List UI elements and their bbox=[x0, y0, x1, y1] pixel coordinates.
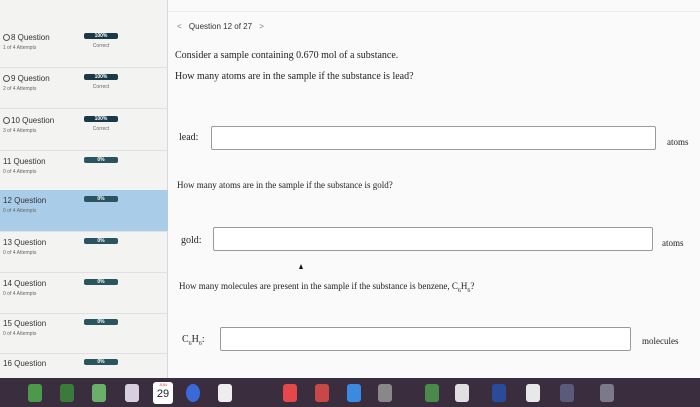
question-item-10[interactable]: 10 Question 3 of 4 Attempts 100% Correct bbox=[0, 110, 168, 151]
app-icon[interactable] bbox=[92, 384, 106, 402]
prev-question-button[interactable]: < bbox=[177, 22, 182, 31]
mouse-cursor-icon bbox=[299, 264, 303, 269]
question-attempts: 0 of 4 Attempts bbox=[3, 169, 37, 175]
question-title: 11 Question bbox=[3, 157, 46, 166]
app-store-icon[interactable] bbox=[347, 384, 361, 402]
score-bar: 0% bbox=[84, 359, 118, 365]
score-bar: 0% bbox=[84, 238, 118, 244]
lead-unit: atoms bbox=[667, 137, 689, 147]
question-title: 15 Question bbox=[3, 319, 47, 328]
app-icon[interactable] bbox=[315, 384, 329, 402]
question-lead: How many atoms are in the sample if the … bbox=[175, 71, 414, 82]
app-icon[interactable] bbox=[425, 384, 439, 402]
gold-unit: atoms bbox=[662, 238, 684, 248]
question-title: 10 Question bbox=[11, 116, 55, 125]
music-app-icon[interactable] bbox=[283, 384, 297, 402]
question-status: Correct bbox=[92, 43, 110, 49]
question-status: Correct bbox=[92, 126, 110, 132]
question-item-11[interactable]: 11 Question 0 of 4 Attempts 0% bbox=[0, 151, 168, 192]
app-icon[interactable] bbox=[186, 384, 200, 402]
benzene-answer-field[interactable] bbox=[220, 327, 631, 351]
question-title: 16 Question bbox=[3, 359, 47, 368]
score-bar: 0% bbox=[84, 319, 118, 325]
question-benzene: How many molecules are present in the sa… bbox=[179, 281, 475, 294]
question-title: 8 Question bbox=[11, 33, 50, 42]
question-counter: Question 12 of 27 bbox=[188, 22, 253, 31]
score-bar: 0% bbox=[84, 196, 118, 202]
question-status: Correct bbox=[92, 84, 110, 90]
question-title: 9 Question bbox=[11, 74, 50, 83]
question-item-14[interactable]: 14 Question 0 of 4 Attempts 0% bbox=[0, 273, 168, 314]
benzene-label: C6H6: bbox=[182, 334, 205, 347]
question-attempts: 0 of 4 Attempts bbox=[3, 331, 37, 337]
question-title: 12 Question bbox=[3, 196, 47, 205]
app-icon[interactable] bbox=[600, 384, 614, 402]
next-question-button[interactable]: > bbox=[259, 22, 264, 31]
lead-answer-field[interactable] bbox=[211, 126, 656, 150]
app-icon[interactable] bbox=[560, 384, 574, 402]
score-bar: 100% bbox=[84, 116, 118, 122]
question-attempts: 0 of 4 Attempts bbox=[3, 250, 37, 256]
settings-icon[interactable] bbox=[378, 384, 392, 402]
app-icon[interactable] bbox=[60, 384, 74, 402]
gold-answer-field[interactable] bbox=[213, 227, 653, 251]
question-attempts: 0 of 4 Attempts bbox=[3, 291, 37, 297]
score-bar: 0% bbox=[84, 157, 118, 163]
question-item-13[interactable]: 13 Question 0 of 4 Attempts 0% bbox=[0, 232, 168, 273]
question-sidebar: 8 Question 1 of 4 Attempts 100% Correct … bbox=[0, 0, 168, 378]
app-icon[interactable] bbox=[455, 384, 469, 402]
question-gold: How many atoms are in the sample if the … bbox=[177, 180, 393, 190]
question-item-8[interactable]: 8 Question 1 of 4 Attempts 100% Correct bbox=[0, 27, 168, 68]
app-icon[interactable] bbox=[28, 384, 42, 402]
question-attempts: 1 of 4 Attempts bbox=[3, 45, 37, 51]
question-panel: < Question 12 of 27 > Consider a sample … bbox=[168, 0, 700, 378]
question-item-12[interactable]: 12 Question 0 of 4 Attempts 0% bbox=[0, 190, 168, 232]
top-strip bbox=[168, 0, 700, 12]
score-bar: 100% bbox=[84, 33, 118, 39]
macos-dock: JUN 29 bbox=[0, 378, 700, 407]
score-bar: 0% bbox=[84, 279, 118, 285]
score-bar: 100% bbox=[84, 74, 118, 80]
app-icon[interactable] bbox=[125, 384, 139, 402]
question-title: 14 Question bbox=[3, 279, 47, 288]
question-attempts: 3 of 4 Attempts bbox=[3, 128, 37, 134]
question-attempts: 0 of 4 Attempts bbox=[3, 208, 37, 214]
question-navigation: < Question 12 of 27 > bbox=[172, 22, 269, 31]
check-circle-icon bbox=[3, 75, 10, 82]
calendar-app-icon[interactable]: JUN 29 bbox=[153, 382, 173, 404]
question-attempts: 2 of 4 Attempts bbox=[3, 86, 37, 92]
problem-intro: Consider a sample containing 0.670 mol o… bbox=[175, 50, 399, 61]
gold-label: gold: bbox=[181, 235, 202, 246]
question-title: 13 Question bbox=[3, 238, 47, 247]
question-item-16[interactable]: 16 Question 0% bbox=[0, 353, 168, 378]
app-icon[interactable] bbox=[492, 384, 506, 402]
benzene-unit: molecules bbox=[642, 336, 679, 346]
question-item-9[interactable]: 9 Question 2 of 4 Attempts 100% Correct bbox=[0, 68, 168, 109]
app-icon[interactable] bbox=[526, 384, 540, 402]
check-circle-icon bbox=[3, 117, 10, 124]
lead-label: lead: bbox=[179, 132, 199, 143]
question-item-15[interactable]: 15 Question 0 of 4 Attempts 0% bbox=[0, 313, 168, 354]
check-circle-icon bbox=[3, 34, 10, 41]
app-icon[interactable] bbox=[218, 384, 232, 402]
